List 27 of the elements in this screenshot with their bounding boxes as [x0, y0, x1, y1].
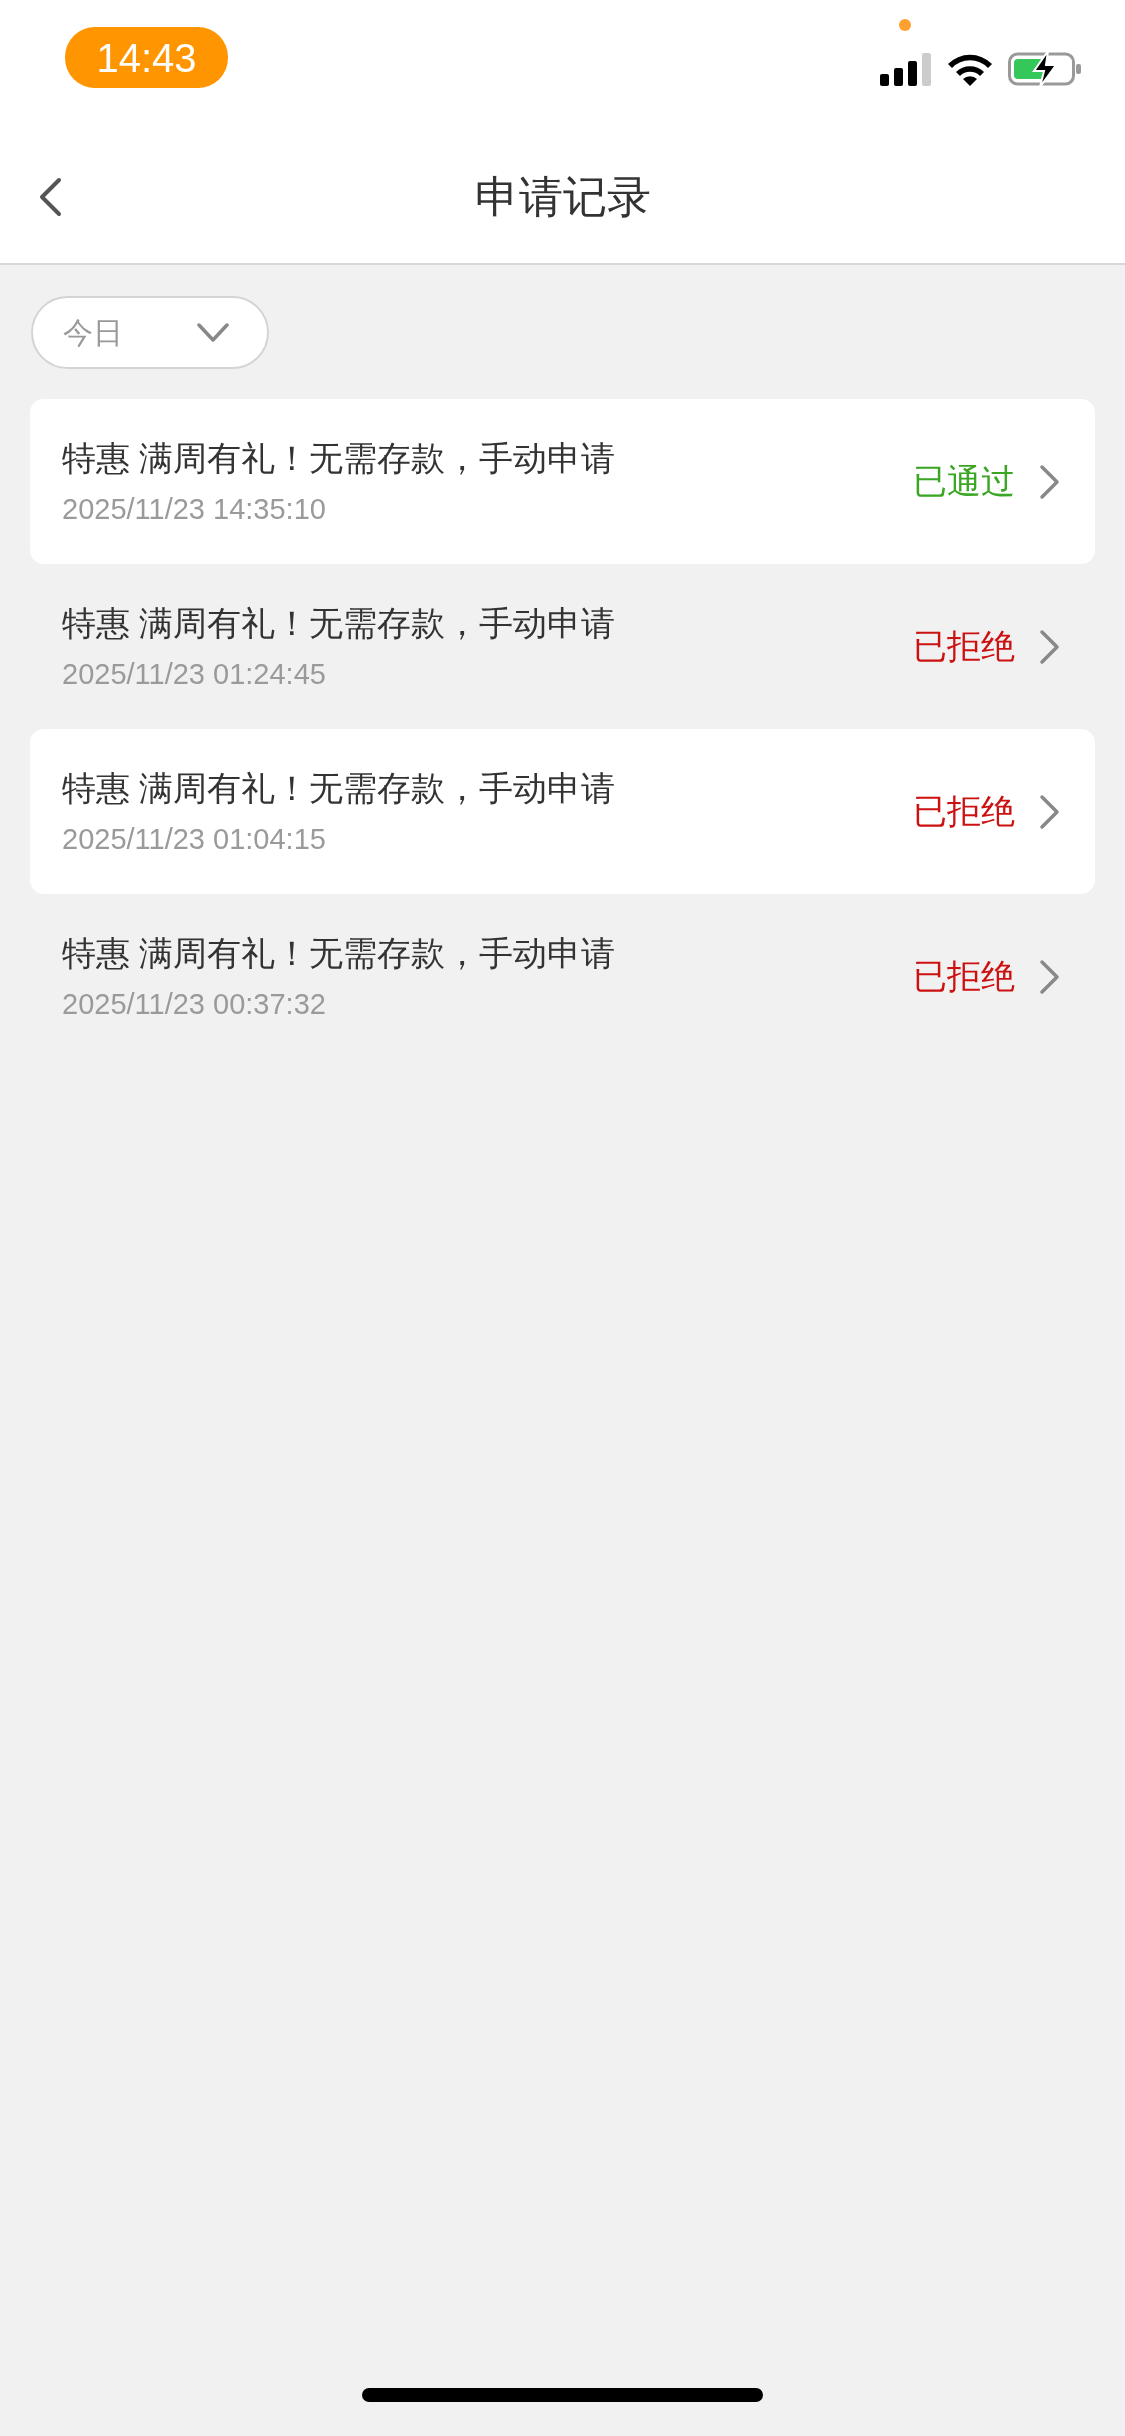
- signal-icon: [880, 52, 934, 86]
- record-time: 2025/11/23 01:04:15: [62, 821, 327, 857]
- record-title: 特惠 满周有礼！无需存款，手动申请: [62, 602, 617, 644]
- record-row[interactable]: 特惠 满周有礼！无需存款，手动申请 2025/11/23 01:24:45 已拒绝: [30, 564, 1095, 729]
- status-time: 14:43: [65, 27, 228, 88]
- battery-charging-icon: [1008, 51, 1082, 87]
- chevron-right-icon: [1039, 958, 1061, 995]
- chevron-down-icon: [197, 322, 229, 343]
- record-title: 特惠 满周有礼！无需存款，手动申请: [62, 767, 617, 809]
- record-time: 2025/11/23 01:24:45: [62, 656, 327, 692]
- record-time: 2025/11/23 00:37:32: [62, 986, 327, 1022]
- record-title: 特惠 满周有礼！无需存款，手动申请: [62, 932, 617, 974]
- record-time: 2025/11/23 14:35:10: [62, 491, 327, 527]
- record-row[interactable]: 特惠 满周有礼！无需存款，手动申请 2025/11/23 01:04:15 已拒绝: [30, 729, 1095, 894]
- record-row[interactable]: 特惠 满周有礼！无需存款，手动申请 2025/11/23 14:35:10 已通过: [30, 399, 1095, 564]
- record-title: 特惠 满周有礼！无需存款，手动申请: [62, 437, 617, 479]
- chevron-right-icon: [1039, 793, 1061, 830]
- status-label: 已拒绝: [913, 626, 1015, 667]
- record-row[interactable]: 特惠 满周有礼！无需存款，手动申请 2025/11/23 00:37:32 已拒绝: [30, 894, 1095, 1059]
- status-label: 已拒绝: [913, 956, 1015, 997]
- wifi-icon: [947, 52, 993, 86]
- chevron-right-icon: [1039, 463, 1061, 500]
- status-label: 已拒绝: [913, 791, 1015, 832]
- privacy-indicator-icon: [899, 19, 911, 31]
- status-label: 已通过: [913, 461, 1015, 502]
- chevron-right-icon: [1039, 628, 1061, 665]
- page-title: 申请记录: [474, 170, 651, 223]
